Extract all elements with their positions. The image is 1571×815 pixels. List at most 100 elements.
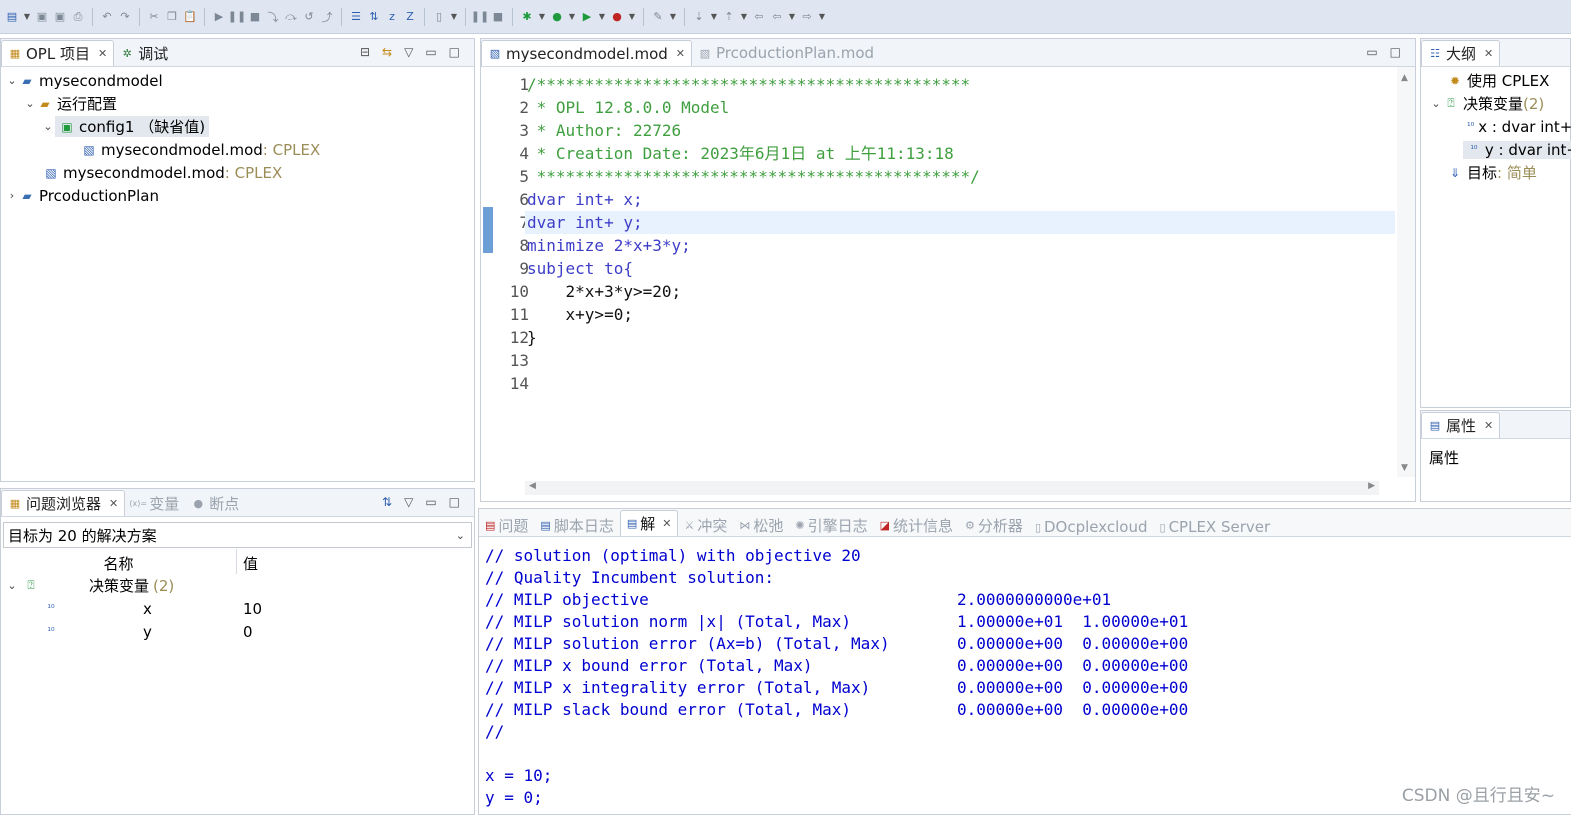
horizontal-scrollbar[interactable]: ◀ ▶: [525, 481, 1379, 495]
close-icon[interactable]: ✕: [1484, 47, 1493, 60]
outline-item-cplex[interactable]: ✹ 使用 CPLEX: [1421, 69, 1570, 92]
code-line[interactable]: dvar int+ x;: [525, 188, 1395, 211]
tab-productionplan[interactable]: ▧ PrcoductionPlan.mod: [692, 40, 880, 66]
dropdown-arrow-icon[interactable]: ▼: [449, 9, 459, 25]
tree-item-run-configs[interactable]: ⌄ ▰ 运行配置: [1, 92, 474, 115]
code-line[interactable]: ****************************************…: [525, 165, 1395, 188]
solution-select[interactable]: 目标为 20 的解决方案 ⌄: [3, 522, 472, 548]
tab-script-log[interactable]: ▤ 脚本日志: [534, 515, 619, 536]
run-icon[interactable]: ●: [549, 9, 565, 25]
tree-item-config1[interactable]: ⌄ ▣ config1 （缺省值): [1, 115, 474, 138]
dropdown-arrow-icon[interactable]: ▼: [627, 9, 637, 25]
maximize-icon[interactable]: □: [449, 495, 460, 509]
table-row-group[interactable]: ⌄ ⍰ 决策变量 (2): [1, 574, 474, 597]
minimize-icon[interactable]: ▭: [425, 495, 436, 509]
stop-icon[interactable]: ■: [490, 9, 506, 25]
dropdown-arrow-icon[interactable]: ▼: [597, 9, 607, 25]
terminate-icon[interactable]: ■: [247, 9, 263, 25]
tree-item-model-file[interactable]: ▧ mysecondmodel.mod : CPLEX: [1, 161, 474, 184]
tab-relaxations[interactable]: ⋈ 松弛: [733, 515, 789, 536]
column-header-name[interactable]: 名称: [1, 549, 237, 574]
column-header-value[interactable]: 值: [237, 549, 258, 574]
tab-profiler[interactable]: ⚙ 分析器: [959, 515, 1029, 536]
tree-item-project-2[interactable]: › ▰ PrcoductionPlan: [1, 184, 474, 207]
tab-opl-projects[interactable]: ▦ OPL 项目 ✕: [1, 40, 115, 66]
code-area[interactable]: /***************************************…: [525, 73, 1395, 395]
undo-icon[interactable]: ↶: [99, 9, 115, 25]
z-icon[interactable]: z: [384, 9, 400, 25]
view-menu-icon[interactable]: ▽: [404, 495, 413, 509]
dropdown-arrow-icon[interactable]: ▼: [817, 9, 827, 25]
dropdown-arrow-icon[interactable]: ▼: [537, 9, 547, 25]
tree-item-model-in-config[interactable]: ▧ mysecondmodel.mod : CPLEX: [1, 138, 474, 161]
close-icon[interactable]: ✕: [98, 47, 107, 60]
chevron-down-icon[interactable]: ⌄: [5, 74, 19, 87]
back-icon[interactable]: ⇦: [769, 9, 785, 25]
resume-icon[interactable]: ▶: [211, 9, 227, 25]
chevron-down-icon[interactable]: ⌄: [456, 529, 465, 542]
zz-icon[interactable]: Z: [402, 9, 418, 25]
link-editor-icon[interactable]: ⇆: [382, 45, 392, 59]
code-line[interactable]: [525, 372, 1395, 395]
outline-item-objective[interactable]: ⇓ 目标 : 简单: [1421, 161, 1570, 184]
scroll-right-icon[interactable]: ▶: [1368, 481, 1375, 491]
tab-problems[interactable]: ▤ 问题: [479, 515, 534, 536]
step-over-icon[interactable]: ⤼: [283, 9, 299, 25]
tab-mysecondmodel[interactable]: ▧ mysecondmodel.mod ✕: [481, 40, 692, 66]
code-line[interactable]: subject to{: [525, 257, 1395, 280]
tab-variables[interactable]: (x)= 变量: [125, 490, 185, 516]
tree-item-project[interactable]: ⌄ ▰ mysecondmodel: [1, 69, 474, 92]
scroll-up-icon[interactable]: ▲: [1401, 73, 1408, 83]
dropdown-arrow-icon[interactable]: ▼: [22, 9, 32, 25]
forward-icon[interactable]: ⇨: [799, 9, 815, 25]
tab-statistics[interactable]: ◪ 统计信息: [874, 515, 959, 536]
pause-icon[interactable]: ❚❚: [471, 9, 489, 25]
nav2-icon[interactable]: ⇡: [721, 9, 737, 25]
print-icon[interactable]: ⎙: [70, 9, 86, 25]
maximize-icon[interactable]: □: [1390, 45, 1401, 59]
new-icon[interactable]: ▤: [4, 9, 20, 25]
outline-item-y[interactable]: ¹⁰ y : dvar int+: [1421, 138, 1571, 161]
tab-problem-browser[interactable]: ▦ 问题浏览器 ✕: [1, 490, 126, 516]
code-line[interactable]: * Author: 22726: [525, 119, 1395, 142]
selected-config[interactable]: ▣ config1 （缺省值): [55, 116, 210, 137]
close-icon[interactable]: ✕: [1484, 419, 1493, 432]
profile-icon[interactable]: ●: [609, 9, 625, 25]
nav-icon[interactable]: ⇣: [691, 9, 707, 25]
dropdown-arrow-icon[interactable]: ▼: [739, 9, 749, 25]
save-all-icon[interactable]: ▣: [52, 9, 68, 25]
code-line[interactable]: /***************************************…: [525, 73, 1395, 96]
step-return-icon[interactable]: ↺: [301, 9, 317, 25]
minimize-icon[interactable]: ▭: [425, 45, 436, 59]
code-line[interactable]: }: [525, 326, 1395, 349]
cut-icon[interactable]: ✂: [146, 9, 162, 25]
minimize-icon[interactable]: ▭: [1366, 45, 1377, 59]
paste-icon[interactable]: 📋: [182, 9, 198, 25]
dropdown-arrow-icon[interactable]: ▼: [567, 9, 577, 25]
chevron-down-icon[interactable]: ⌄: [5, 579, 19, 592]
tab-engine-log[interactable]: ✺ 引擎日志: [789, 515, 873, 536]
view-menu-icon[interactable]: ▽: [404, 45, 413, 59]
redo-icon[interactable]: ↷: [117, 9, 133, 25]
code-line[interactable]: minimize 2*x+3*y;: [525, 234, 1395, 257]
scroll-left-icon[interactable]: ◀: [529, 481, 536, 491]
code-line[interactable]: * Creation Date: 2023年6月1日 at 上午11:13:18: [525, 142, 1395, 165]
step-into-icon[interactable]: ⤵: [265, 9, 281, 25]
suspend-icon[interactable]: ❚❚: [228, 9, 246, 25]
debug-icon[interactable]: ✱: [519, 9, 535, 25]
run-config-icon[interactable]: ▶: [579, 9, 595, 25]
close-icon[interactable]: ✕: [662, 517, 671, 530]
dropdown-arrow-icon[interactable]: ▼: [668, 9, 678, 25]
last-edit-icon[interactable]: ⇦: [751, 9, 767, 25]
code-line[interactable]: * OPL 12.8.0.0 Model: [525, 96, 1395, 119]
tab-docplexcloud[interactable]: ▯ DOcplexcloud: [1029, 518, 1154, 536]
chevron-down-icon[interactable]: ⌄: [41, 120, 55, 133]
code-line[interactable]: [525, 349, 1395, 372]
code-line[interactable]: dvar int+ y;: [525, 211, 1395, 234]
dropdown-arrow-icon[interactable]: ▼: [709, 9, 719, 25]
close-icon[interactable]: ✕: [109, 497, 118, 510]
table-row[interactable]: ¹⁰ y 0: [1, 620, 474, 643]
code-line[interactable]: 2*x+3*y>=20;: [525, 280, 1395, 303]
outline-item-x[interactable]: ¹⁰ x : dvar int+: [1421, 115, 1571, 138]
tab-conflicts[interactable]: ⚔ 冲突: [678, 515, 733, 536]
